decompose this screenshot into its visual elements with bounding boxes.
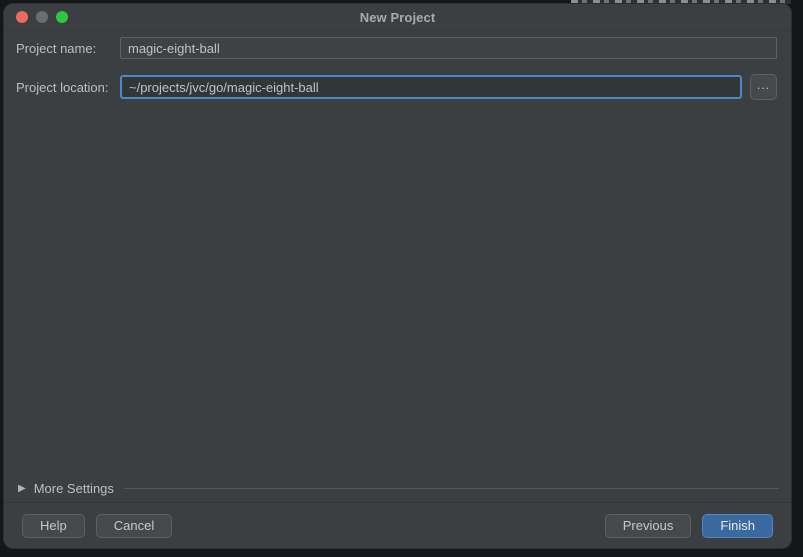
close-window-icon[interactable]: [16, 11, 28, 23]
dialog-title: New Project: [360, 10, 436, 25]
footer-right-group: Previous Finish: [605, 514, 773, 538]
more-settings-toggle[interactable]: ▶ More Settings: [4, 474, 791, 502]
collapsed-arrow-icon: ▶: [18, 483, 26, 494]
more-settings-label: More Settings: [34, 481, 114, 496]
finish-button[interactable]: Finish: [702, 514, 773, 538]
project-name-label: Project name:: [16, 41, 120, 56]
new-project-dialog: New Project Project name: Project locati…: [3, 3, 792, 549]
project-name-input[interactable]: [120, 37, 777, 59]
help-button[interactable]: Help: [22, 514, 85, 538]
zoom-window-icon[interactable]: [56, 11, 68, 23]
previous-button[interactable]: Previous: [605, 514, 692, 538]
project-location-input[interactable]: [120, 75, 742, 99]
project-form: Project name: Project location: ...: [4, 31, 791, 115]
dialog-footer: Help Cancel Previous Finish: [4, 502, 791, 548]
project-name-row: Project name:: [16, 37, 777, 59]
project-location-label: Project location:: [16, 80, 120, 95]
dialog-empty-area: [4, 115, 791, 474]
traffic-lights: [16, 4, 68, 30]
browse-location-button[interactable]: ...: [750, 74, 777, 100]
minimize-window-icon: [36, 11, 48, 23]
more-settings-divider: [124, 488, 779, 489]
project-location-row: Project location: ...: [16, 74, 777, 100]
dialog-titlebar: New Project: [4, 4, 791, 31]
cancel-button[interactable]: Cancel: [96, 514, 172, 538]
